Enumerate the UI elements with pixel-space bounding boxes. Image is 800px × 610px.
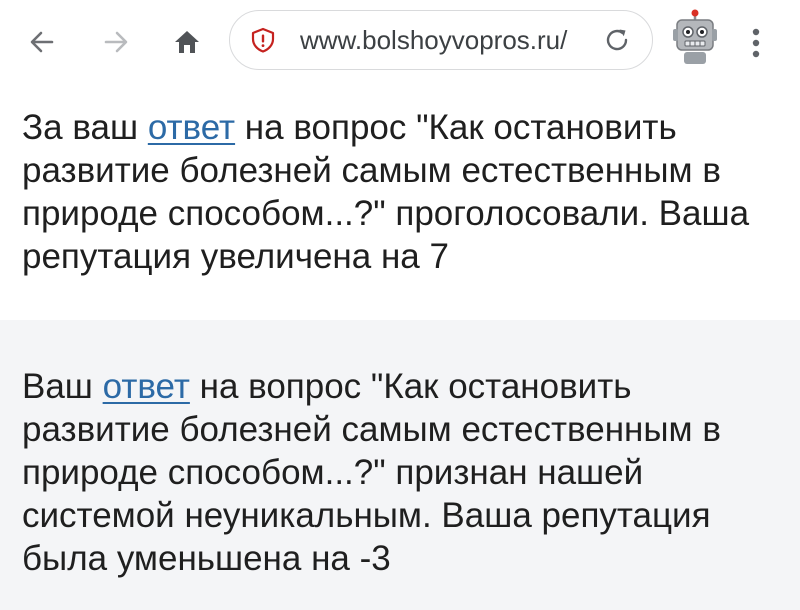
url-text[interactable]: www.bolshoyvopros.ru/	[300, 24, 600, 56]
robot-icon[interactable]	[671, 9, 719, 67]
forward-button[interactable]	[96, 22, 136, 62]
notice-text-prefix: За ваш	[22, 108, 148, 147]
arrow-left-icon	[30, 31, 54, 53]
notice-text-prefix: Ваш	[22, 367, 103, 406]
home-button[interactable]	[167, 22, 207, 62]
shield-icon[interactable]	[250, 27, 276, 53]
home-icon	[175, 31, 199, 53]
answer-link[interactable]: ответ	[103, 367, 190, 406]
reload-icon[interactable]	[602, 25, 632, 55]
notification-reputation-increase: За ваш ответ на вопрос "Как остановить р…	[0, 84, 800, 320]
browser-toolbar: www.bolshoyvopros.ru/	[0, 0, 800, 85]
back-button[interactable]	[22, 22, 62, 62]
answer-link[interactable]: ответ	[148, 108, 235, 147]
arrow-right-icon	[104, 31, 128, 53]
more-vertical-icon[interactable]	[746, 24, 766, 62]
address-bar[interactable]: www.bolshoyvopros.ru/	[229, 10, 653, 70]
notification-reputation-decrease: Ваш ответ на вопрос "Как остановить разв…	[0, 320, 800, 610]
